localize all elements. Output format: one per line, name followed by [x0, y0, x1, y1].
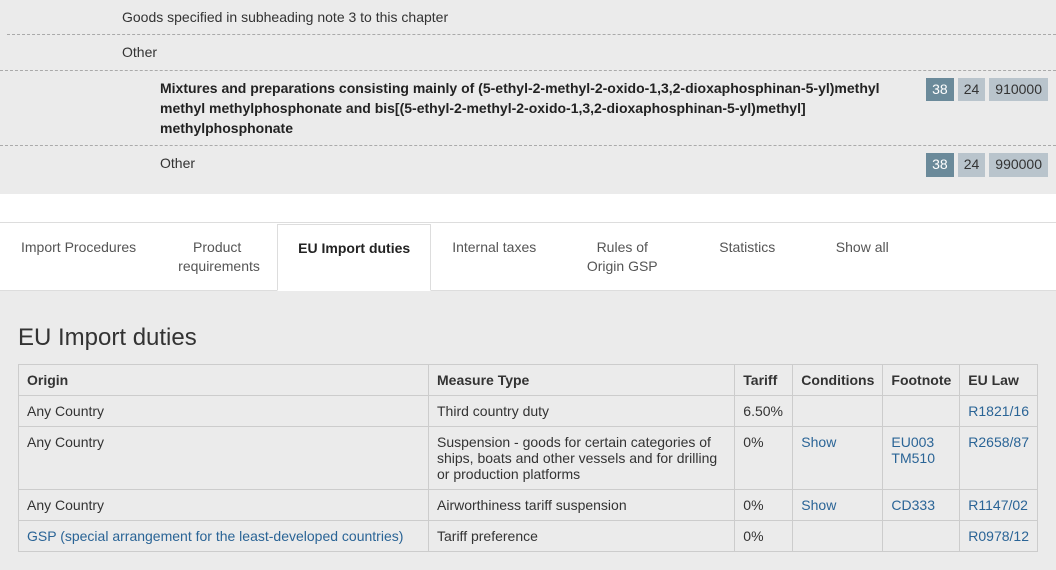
- tree-row: Other: [7, 34, 1056, 69]
- cell-footnote: [883, 520, 960, 551]
- table-header-row: Origin Measure Type Tariff Conditions Fo…: [19, 364, 1038, 395]
- col-footnote: Footnote: [883, 364, 960, 395]
- tree-row: Goods specified in subheading note 3 to …: [0, 0, 1056, 34]
- table-row: Any Country Suspension - goods for certa…: [19, 426, 1038, 489]
- cell-law: R1821/16: [960, 395, 1038, 426]
- table-row: GSP (special arrangement for the least-d…: [19, 520, 1038, 551]
- conditions-link[interactable]: Show: [801, 434, 836, 450]
- cell-origin: GSP (special arrangement for the least-d…: [19, 520, 429, 551]
- tree-row[interactable]: Other 38 24 990000: [0, 145, 1056, 184]
- tab-show-all[interactable]: Show all: [807, 223, 917, 290]
- col-conditions: Conditions: [793, 364, 883, 395]
- cell-origin: Any Country: [19, 395, 429, 426]
- table-row: Any Country Third country duty 6.50% R18…: [19, 395, 1038, 426]
- code-heading: 24: [958, 153, 986, 177]
- tree-desc: Other: [160, 153, 926, 173]
- tab-import-procedures[interactable]: Import Procedures: [0, 223, 157, 290]
- code-chapter: 38: [926, 78, 954, 102]
- tree-desc: Mixtures and preparations consisting mai…: [160, 78, 926, 139]
- table-row: Any Country Airworthiness tariff suspens…: [19, 489, 1038, 520]
- tab-rules-of-origin-gsp[interactable]: Rules of Origin GSP: [557, 223, 687, 290]
- tab-internal-taxes[interactable]: Internal taxes: [431, 223, 557, 290]
- cell-conditions: [793, 395, 883, 426]
- cell-conditions: Show: [793, 426, 883, 489]
- law-link[interactable]: R1147/02: [968, 497, 1028, 513]
- cell-conditions: [793, 520, 883, 551]
- code-sub: 990000: [989, 153, 1048, 177]
- tree-row-selected[interactable]: Mixtures and preparations consisting mai…: [0, 70, 1056, 146]
- duties-table: Origin Measure Type Tariff Conditions Fo…: [18, 364, 1038, 552]
- commodity-code: 38 24 990000: [926, 153, 1048, 177]
- cell-tariff: 0%: [735, 520, 793, 551]
- col-eu-law: EU Law: [960, 364, 1038, 395]
- tab-product-requirements[interactable]: Product requirements: [157, 223, 277, 290]
- code-sub: 910000: [989, 78, 1048, 102]
- code-heading: 24: [958, 78, 986, 102]
- footnote-link[interactable]: TM510: [891, 450, 935, 466]
- classification-tree: Goods specified in subheading note 3 to …: [0, 0, 1056, 194]
- col-origin: Origin: [19, 364, 429, 395]
- cell-footnote: EU003 TM510: [883, 426, 960, 489]
- law-link[interactable]: R2658/87: [968, 434, 1029, 450]
- cell-conditions: Show: [793, 489, 883, 520]
- footnote-link[interactable]: CD333: [891, 497, 935, 513]
- cell-origin: Any Country: [19, 426, 429, 489]
- cell-tariff: 6.50%: [735, 395, 793, 426]
- cell-footnote: CD333: [883, 489, 960, 520]
- tab-statistics[interactable]: Statistics: [687, 223, 807, 290]
- cell-measure: Airworthiness tariff suspension: [429, 489, 735, 520]
- footnote-link[interactable]: EU003: [891, 434, 934, 450]
- tree-desc: Other: [122, 42, 1048, 62]
- law-link[interactable]: R0978/12: [968, 528, 1029, 544]
- cell-origin: Any Country: [19, 489, 429, 520]
- col-measure-type: Measure Type: [429, 364, 735, 395]
- cell-footnote: [883, 395, 960, 426]
- cell-tariff: 0%: [735, 489, 793, 520]
- cell-law: R1147/02: [960, 489, 1038, 520]
- cell-law: R0978/12: [960, 520, 1038, 551]
- cell-measure: Suspension - goods for certain categorie…: [429, 426, 735, 489]
- cell-tariff: 0%: [735, 426, 793, 489]
- law-link[interactable]: R1821/16: [968, 403, 1029, 419]
- cell-law: R2658/87: [960, 426, 1038, 489]
- col-tariff: Tariff: [735, 364, 793, 395]
- cell-measure: Tariff preference: [429, 520, 735, 551]
- cell-measure: Third country duty: [429, 395, 735, 426]
- section-title: EU Import duties: [18, 318, 1038, 352]
- tab-eu-import-duties[interactable]: EU Import duties: [277, 224, 431, 291]
- code-chapter: 38: [926, 153, 954, 177]
- tree-desc: Goods specified in subheading note 3 to …: [122, 7, 1048, 27]
- commodity-code: 38 24 910000: [926, 78, 1048, 102]
- tab-content: EU Import duties Origin Measure Type Tar…: [0, 318, 1056, 570]
- tab-bar: Import Procedures Product requirements E…: [0, 222, 1056, 318]
- origin-link[interactable]: GSP (special arrangement for the least-d…: [27, 528, 403, 544]
- conditions-link[interactable]: Show: [801, 497, 836, 513]
